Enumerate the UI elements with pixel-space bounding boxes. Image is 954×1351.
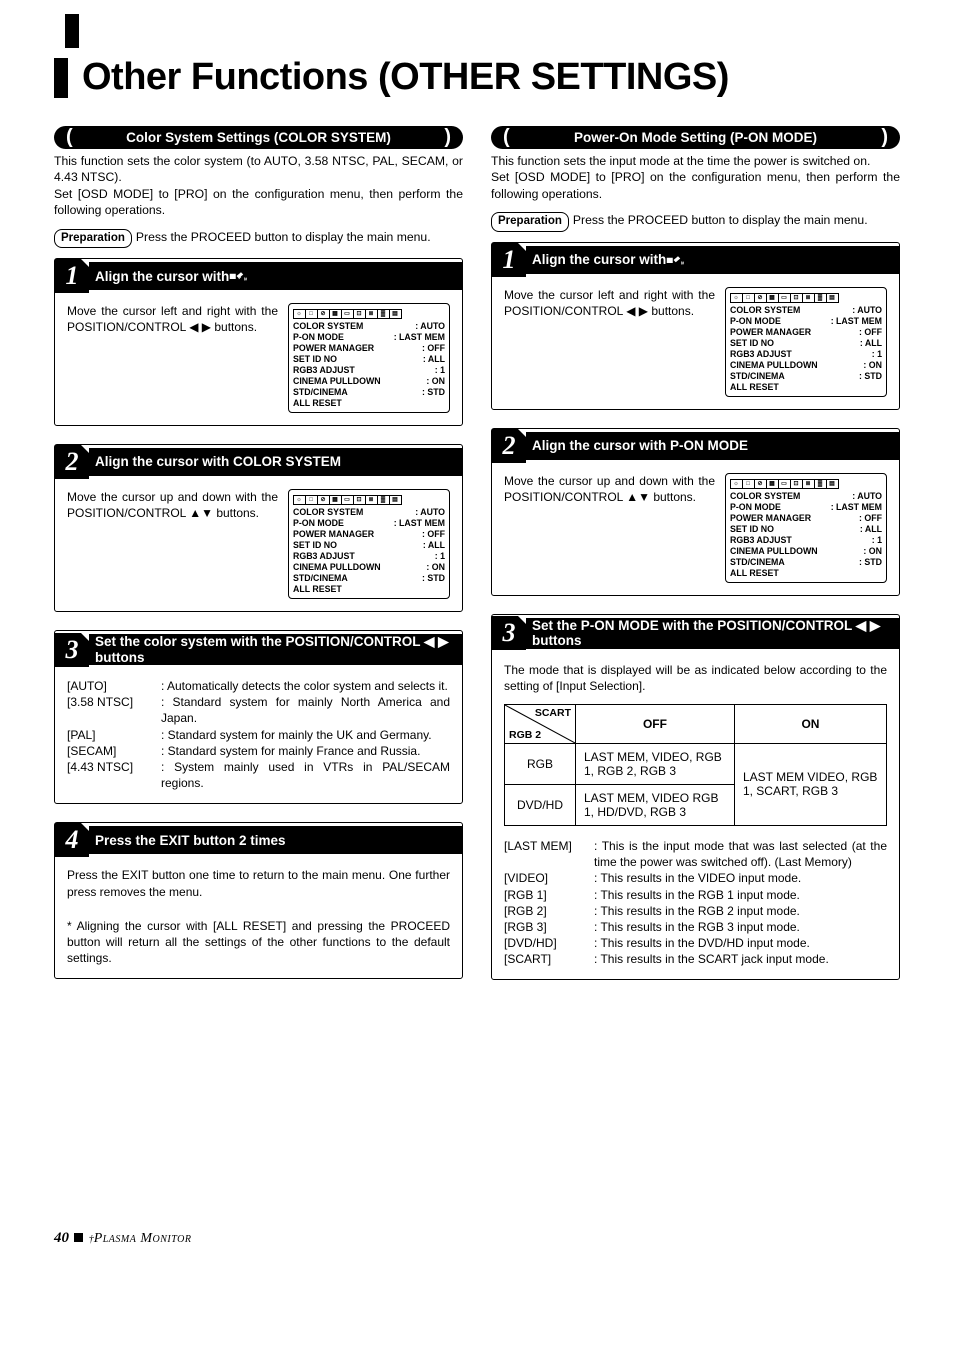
left-section-title: Color System Settings (COLOR SYSTEM): [73, 130, 445, 145]
step-number-icon: 1: [55, 259, 89, 293]
prep-badge: Preparation: [491, 212, 569, 232]
p-on-mode-options: [LAST MEM]: This is the input mode that …: [504, 838, 887, 968]
step-title: Align the cursor with P-ON MODE: [526, 432, 899, 460]
right-step-1: 1 Align the cursor with MIS Move the cur…: [491, 242, 900, 410]
step-title: Align the cursor with COLOR SYSTEM: [89, 448, 462, 476]
table-head-off: OFF: [576, 704, 735, 743]
step-number-icon: 4: [55, 823, 89, 857]
svg-text:MIS: MIS: [681, 260, 684, 265]
left-column: ( Color System Settings (COLOR SYSTEM) )…: [54, 126, 463, 999]
page-number: 40: [54, 1230, 69, 1246]
step-number-icon: 3: [492, 616, 526, 650]
left-step-1: 1 Align the cursor with MIS Move the cur…: [54, 258, 463, 426]
menu-screenshot: ☼□⊘▦▭⊡≣▓▤ COLOR SYSTEM: AUTO P-ON MODE: …: [288, 303, 450, 413]
left-step-4: 4 Press the EXIT button 2 times Press th…: [54, 822, 463, 979]
side-marker: [65, 14, 79, 48]
step-title: Align the cursor with MIS: [89, 262, 462, 290]
mode-intro: The mode that is displayed will be as in…: [504, 662, 887, 694]
right-step-2: 2 Align the cursor with P-ON MODE Move t…: [491, 428, 900, 596]
left-step-3: 3 Set the color system with the POSITION…: [54, 630, 463, 804]
step-number-icon: 2: [492, 429, 526, 463]
page-title: Other Functions (OTHER SETTINGS): [54, 58, 900, 98]
menu-screenshot: ☼□⊘▦▭⊡≣▓▤ COLOR SYSTEM: AUTO P-ON MODE: …: [288, 489, 450, 599]
right-intro: This function sets the input mode at the…: [491, 153, 900, 202]
step-number-icon: 1: [492, 243, 526, 277]
reset-note: * Aligning the cursor with [ALL RESET] a…: [67, 918, 450, 967]
step-title: Set the color system with the POSITION/C…: [89, 634, 462, 665]
footer-separator-icon: [74, 1233, 83, 1242]
table-cell-merged: LAST MEM VIDEO, RGB 1, SCART, RGB 3: [734, 743, 886, 825]
step-number-icon: 3: [55, 633, 89, 667]
step-title: Set the P-ON MODE with the POSITION/CONT…: [526, 618, 899, 649]
step-title: Align the cursor with MIS: [526, 246, 899, 274]
exit-note: Press the EXIT button one time to return…: [67, 867, 450, 899]
p-on-mode-table: SCART RGB 2 OFF ON RGB LAST MEM, VIDEO, …: [504, 704, 887, 826]
svg-text:MIS: MIS: [244, 277, 247, 282]
table-diagonal-header: SCART RGB 2: [505, 704, 576, 743]
color-system-options: [AUTO]: Automatically detects the color …: [67, 678, 450, 791]
tool-icon: MIS: [666, 254, 684, 266]
right-step-3: 3 Set the P-ON MODE with the POSITION/CO…: [491, 614, 900, 981]
menu-screenshot: ☼□⊘▦▭⊡≣▓▤ COLOR SYSTEM: AUTO P-ON MODE: …: [725, 473, 887, 583]
left-section-header: ( Color System Settings (COLOR SYSTEM) ): [54, 126, 463, 149]
right-column: ( Power-On Mode Setting (P-ON MODE) ) Th…: [491, 126, 900, 999]
right-section-header: ( Power-On Mode Setting (P-ON MODE) ): [491, 126, 900, 149]
left-step-2: 2 Align the cursor with COLOR SYSTEM Mov…: [54, 444, 463, 612]
left-intro: This function sets the color system (to …: [54, 153, 463, 219]
footer-label: Plasma Monitor: [94, 1231, 192, 1246]
page-footer: 40 †Plasma Monitor: [54, 1230, 191, 1247]
table-row-key: RGB: [505, 743, 576, 784]
step-title: Press the EXIT button 2 times: [89, 826, 462, 854]
menu-screenshot: ☼□⊘▦▭⊡≣▓▤ COLOR SYSTEM: AUTO P-ON MODE: …: [725, 287, 887, 397]
table-row-key: DVD/HD: [505, 784, 576, 825]
table-cell: LAST MEM, VIDEO RGB 1, HD/DVD, RGB 3: [576, 784, 735, 825]
right-preparation: Preparation Press the PROCEED button to …: [491, 212, 900, 232]
step-number-icon: 2: [55, 445, 89, 479]
right-section-title: Power-On Mode Setting (P-ON MODE): [510, 130, 882, 145]
left-preparation: Preparation Press the PROCEED button to …: [54, 229, 463, 249]
tool-icon: MIS: [229, 270, 247, 282]
table-head-on: ON: [734, 704, 886, 743]
table-cell: LAST MEM, VIDEO, RGB 1, RGB 2, RGB 3: [576, 743, 735, 784]
prep-badge: Preparation: [54, 229, 132, 249]
